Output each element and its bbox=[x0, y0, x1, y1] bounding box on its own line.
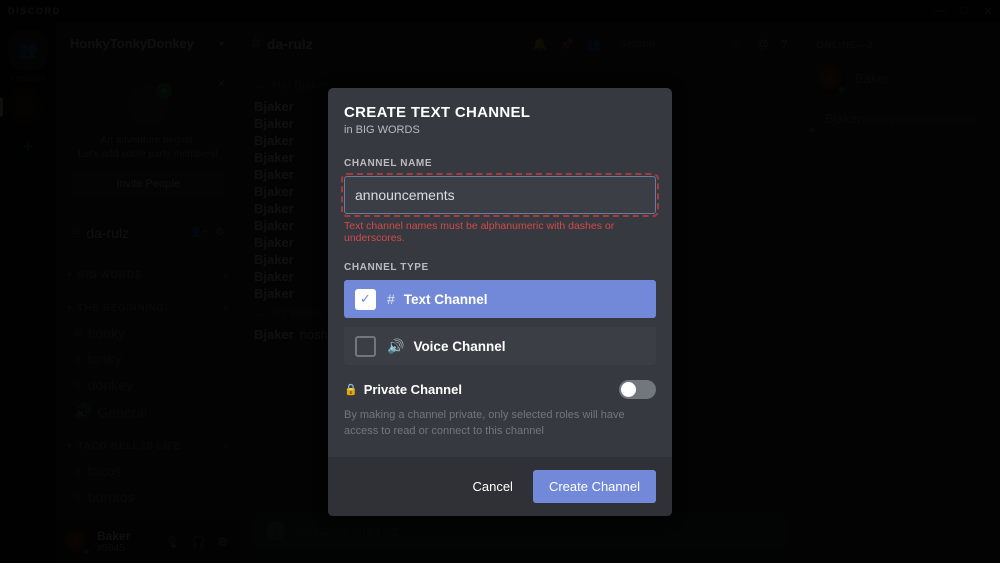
cancel-button[interactable]: Cancel bbox=[458, 471, 526, 502]
channel-type-label: CHANNEL TYPE bbox=[344, 262, 429, 273]
modal-footer: Cancel Create Channel bbox=[328, 457, 672, 516]
modal-title: CREATE TEXT CHANNEL bbox=[344, 104, 531, 121]
checkbox-unchecked-icon bbox=[355, 335, 376, 357]
checkbox-checked-icon: ✓ bbox=[355, 288, 376, 310]
hash-icon: # bbox=[387, 291, 395, 307]
modal-subtitle: in BIG WORDS bbox=[344, 124, 420, 136]
channel-name-label: CHANNEL NAME bbox=[344, 158, 433, 169]
private-channel-description: By making a channel private, only select… bbox=[344, 409, 625, 437]
channel-type-option-voice[interactable]: 🔊 Voice Channel bbox=[344, 327, 656, 365]
private-channel-row: 🔒 Private Channel bbox=[344, 380, 656, 399]
create-channel-modal: CREATE TEXT CHANNEL in BIG WORDS CHANNEL… bbox=[328, 88, 672, 516]
channel-type-voice-label: Voice Channel bbox=[413, 338, 506, 354]
validation-error-text: Text channel names must be alphanumeric … bbox=[344, 220, 615, 244]
create-channel-button[interactable]: Create Channel bbox=[532, 470, 656, 503]
private-channel-label: Private Channel bbox=[363, 382, 462, 397]
discord-window: DISCORD — □ ✕ 👥 1 ONLINE + HonkyTonkyDon… bbox=[0, 0, 1000, 563]
channel-type-option-text[interactable]: ✓ # Text Channel bbox=[344, 280, 656, 318]
toggle-knob bbox=[621, 382, 636, 397]
channel-name-input-wrapper bbox=[341, 173, 659, 217]
lock-icon: 🔒 bbox=[344, 384, 358, 396]
channel-name-input[interactable] bbox=[344, 176, 656, 214]
channel-type-text-label: Text Channel bbox=[403, 291, 488, 307]
private-channel-toggle[interactable] bbox=[619, 380, 656, 399]
speaker-icon: 🔊 bbox=[387, 337, 405, 354]
